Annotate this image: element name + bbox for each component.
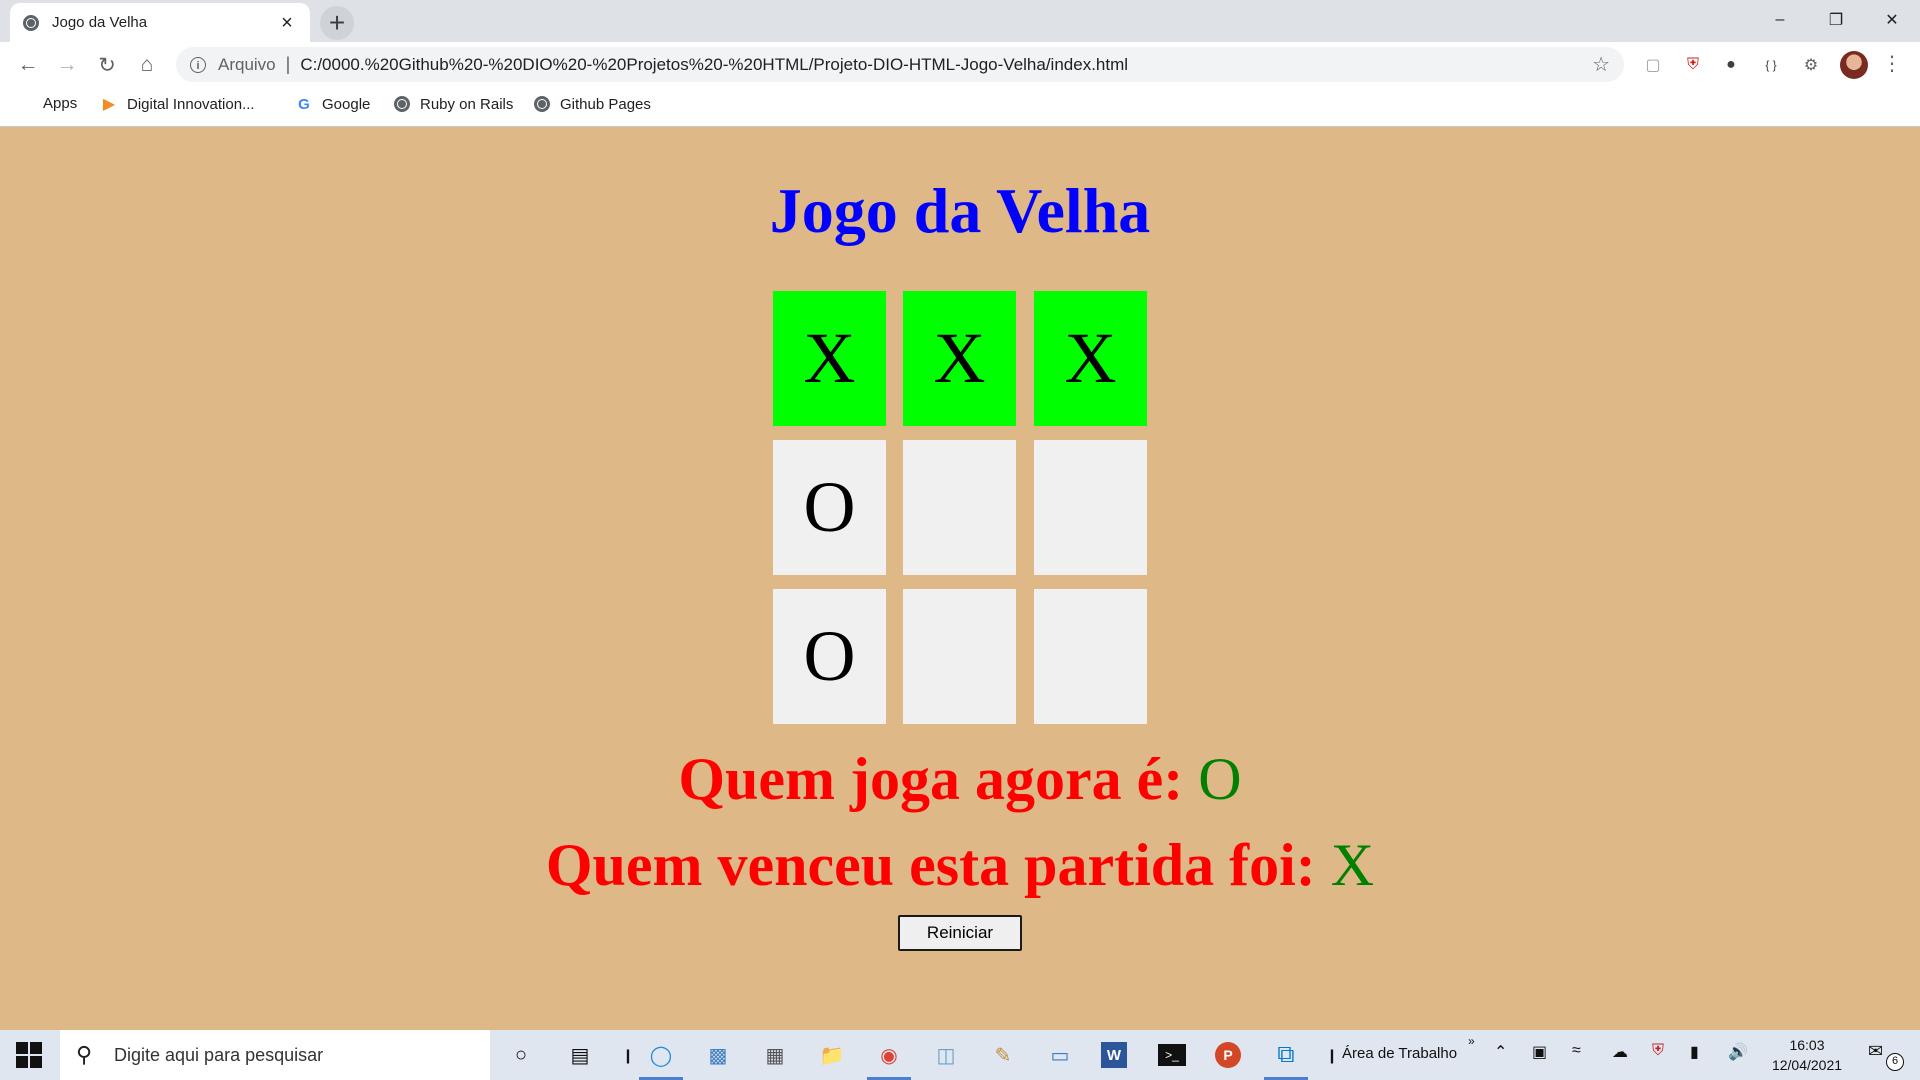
board-cell-6[interactable] bbox=[1034, 440, 1147, 575]
tab-title: Jogo da Velha bbox=[52, 14, 148, 31]
page-title: Jogo da Velha bbox=[769, 175, 1151, 246]
board-cell-9[interactable] bbox=[1034, 589, 1147, 724]
bookmark-apps[interactable]: Apps bbox=[18, 95, 77, 112]
json-extension-icon[interactable]: { } bbox=[1758, 52, 1784, 78]
calculator-icon[interactable]: ▦ bbox=[759, 1039, 791, 1071]
word-icon[interactable]: W bbox=[1101, 1042, 1127, 1068]
network-computer-icon[interactable]: ▭ bbox=[1044, 1039, 1076, 1071]
shield-extension-icon[interactable]: ⛨ bbox=[1680, 52, 1706, 78]
address-scheme: Arquivo bbox=[218, 54, 276, 74]
bookmark-label: Ruby on Rails bbox=[420, 95, 514, 113]
taskbar-search[interactable]: ⚲ Digite aqui para pesquisar bbox=[60, 1030, 490, 1080]
bookmark-label: Apps bbox=[43, 95, 78, 112]
desktop-toolbar-label[interactable]: Área de Trabalho bbox=[1342, 1045, 1457, 1062]
restore-button[interactable]: ❐ bbox=[1808, 0, 1864, 40]
bookmark-google[interactable]: G Google bbox=[295, 95, 370, 113]
file-explorer-icon[interactable]: 📁 bbox=[816, 1039, 848, 1071]
show-hidden-icons-icon[interactable]: ⌃ bbox=[1494, 1042, 1507, 1062]
wifi-icon[interactable]: ≈ bbox=[1572, 1042, 1581, 1060]
battery-icon[interactable]: ▮ bbox=[1690, 1042, 1699, 1062]
winner-status: Quem venceu esta partida foi: X bbox=[0, 830, 1920, 900]
browser-tab[interactable]: Jogo da Velha × bbox=[10, 3, 310, 42]
vscode-icon[interactable]: ⧉ bbox=[1264, 1039, 1308, 1080]
current-player-label: Quem joga agora é: bbox=[678, 746, 1184, 812]
paint-icon[interactable]: ✎ bbox=[987, 1039, 1019, 1071]
board-cell-4[interactable]: O bbox=[773, 440, 886, 575]
control-panel-icon[interactable]: ▩ bbox=[702, 1039, 734, 1071]
windows-taskbar: ⚲ Digite aqui para pesquisar ○ ▤ ❙ ◯ ▩ ▦… bbox=[0, 1030, 1920, 1080]
current-player-status: Quem joga agora é: O bbox=[0, 744, 1920, 814]
edge-icon[interactable]: ◯ bbox=[639, 1039, 683, 1080]
page-content: Jogo da Velha X X X O O Quem joga agora … bbox=[0, 127, 1920, 1030]
mcafee-icon[interactable]: ⛨ bbox=[1652, 1042, 1664, 1060]
taskbar-clock[interactable]: 16:03 12/04/2021 bbox=[1762, 1035, 1852, 1075]
more-menu-icon[interactable]: ⋮ bbox=[1882, 51, 1902, 76]
back-icon[interactable]: ← bbox=[12, 49, 44, 81]
volume-icon[interactable]: 🔊 bbox=[1728, 1042, 1748, 1062]
taskbar-divider: ❙ bbox=[622, 1046, 634, 1063]
puzzle-extensions-icon[interactable]: ⚙ bbox=[1798, 52, 1824, 78]
address-url[interactable]: C:/0000.%20Github%20-%20DIO%20-%20Projet… bbox=[300, 55, 1592, 75]
windows-start-icon[interactable] bbox=[16, 1042, 42, 1068]
home-icon[interactable]: ⌂ bbox=[131, 49, 163, 81]
toolbar-expand-icon[interactable]: » bbox=[1468, 1034, 1475, 1048]
current-player-value: O bbox=[1198, 746, 1242, 812]
winner-label: Quem venceu esta partida foi: bbox=[545, 832, 1316, 898]
chrome-icon[interactable]: ◉ bbox=[867, 1039, 911, 1080]
close-tab-icon[interactable]: × bbox=[276, 12, 298, 34]
browser-tab-strip: Jogo da Velha × + – ❐ ✕ bbox=[0, 0, 1920, 42]
game-board: X X X O O bbox=[773, 291, 1147, 725]
minimize-button[interactable]: – bbox=[1752, 0, 1808, 40]
board-cell-3[interactable]: X bbox=[1034, 291, 1147, 426]
address-separator: | bbox=[285, 54, 291, 74]
notification-center-icon[interactable]: ✉ 6 bbox=[1868, 1041, 1904, 1071]
dio-icon: ▶ bbox=[102, 96, 116, 113]
extension-icon[interactable]: ● bbox=[1718, 52, 1744, 78]
clock-date: 12/04/2021 bbox=[1771, 1057, 1843, 1073]
terminal-icon[interactable]: >_ bbox=[1158, 1044, 1186, 1066]
apps-grid-icon bbox=[18, 96, 34, 112]
profile-avatar[interactable] bbox=[1840, 51, 1868, 79]
bookmark-star-icon[interactable]: ☆ bbox=[1592, 52, 1610, 77]
bookmarks-bar: Apps ▶ Digital Innovation... G Google Ru… bbox=[0, 87, 1920, 127]
board-cell-7[interactable]: O bbox=[773, 589, 886, 724]
google-icon: G bbox=[298, 95, 310, 113]
window-controls: – ❐ ✕ bbox=[1752, 0, 1920, 40]
board-cell-2[interactable]: X bbox=[903, 291, 1016, 426]
onedrive-icon[interactable]: ☁ bbox=[1612, 1042, 1628, 1062]
cortana-icon[interactable]: ○ bbox=[505, 1039, 537, 1071]
board-cell-5[interactable] bbox=[903, 440, 1016, 575]
search-placeholder: Digite aqui para pesquisar bbox=[114, 1044, 324, 1065]
bookmark-dio[interactable]: ▶ Digital Innovation... bbox=[100, 95, 255, 114]
globe-icon bbox=[393, 95, 411, 113]
winner-value: X bbox=[1330, 832, 1375, 898]
new-tab-button[interactable]: + bbox=[320, 6, 354, 40]
browser-toolbar: ← → ↻ ⌂ i Arquivo | C:/0000.%20Github%20… bbox=[0, 42, 1920, 87]
address-bar[interactable]: i Arquivo | C:/0000.%20Github%20-%20DIO%… bbox=[176, 47, 1624, 82]
globe-icon bbox=[22, 14, 40, 32]
board-cell-8[interactable] bbox=[903, 589, 1016, 724]
board-cell-1[interactable]: X bbox=[773, 291, 886, 426]
task-view-icon[interactable]: ▤ bbox=[564, 1039, 596, 1071]
clock-time: 16:03 bbox=[1789, 1037, 1825, 1053]
notepad-icon[interactable]: ◫ bbox=[930, 1039, 962, 1071]
bookmark-ruby-on-rails[interactable]: Ruby on Rails bbox=[393, 95, 513, 113]
info-icon[interactable]: i bbox=[190, 56, 206, 73]
notification-count-badge: 6 bbox=[1886, 1053, 1904, 1071]
pocket-extension-icon[interactable]: ▢ bbox=[1640, 52, 1666, 78]
bookmark-label: Digital Innovation... bbox=[127, 95, 255, 113]
reload-icon[interactable]: ↻ bbox=[91, 49, 123, 81]
restart-button[interactable]: Reiniciar bbox=[898, 915, 1022, 951]
close-window-button[interactable]: ✕ bbox=[1864, 0, 1920, 40]
bookmark-label: Github Pages bbox=[560, 95, 651, 113]
bookmark-github-pages[interactable]: Github Pages bbox=[533, 95, 651, 113]
globe-icon bbox=[533, 95, 551, 113]
search-icon: ⚲ bbox=[76, 1042, 93, 1067]
forward-icon[interactable]: → bbox=[51, 49, 83, 81]
bookmark-label: Google bbox=[322, 95, 371, 113]
powerpoint-icon[interactable]: P bbox=[1215, 1042, 1241, 1068]
meet-now-icon[interactable]: ▣ bbox=[1532, 1042, 1547, 1062]
